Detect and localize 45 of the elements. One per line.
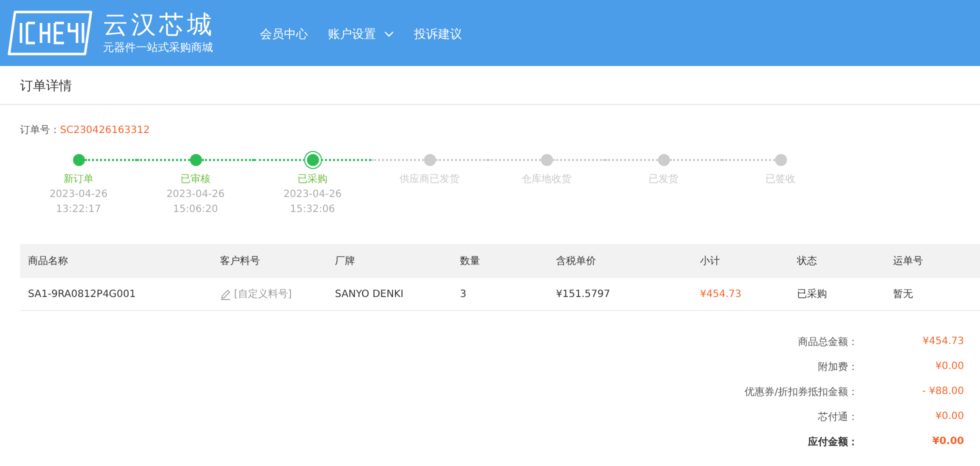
table-cell-text: 已采购	[797, 288, 828, 301]
table-cell-text: 暂无	[893, 288, 914, 301]
table-cell-text: SA1-9RA0812P4G001	[28, 288, 137, 300]
column-header: 数量	[460, 255, 481, 268]
table-cell-text: 3	[460, 288, 468, 300]
step-time: 15:06:20	[173, 203, 218, 217]
column-header: 客户料号	[220, 254, 261, 268]
page-title: 订单详情	[0, 66, 980, 105]
table-cell-text: SANYO DENKI	[335, 288, 404, 300]
brand-name: 云汉芯城	[103, 10, 215, 40]
total-label: 附加费：	[817, 360, 858, 374]
step-label: 新订单	[64, 173, 94, 187]
step-date: 2023-04-26	[283, 188, 342, 202]
table-cell-text: ¥454.73	[700, 288, 742, 300]
column-header: 运单号	[893, 254, 924, 268]
step-date: 2023-04-26	[49, 188, 108, 202]
total-value: ¥0.00	[934, 361, 964, 372]
column-header: 状态	[797, 254, 818, 268]
total-value: ¥0.00	[934, 411, 964, 422]
total-value: - ¥88.00	[921, 386, 964, 397]
total-value: ¥0.00	[931, 436, 964, 447]
pencil-icon	[220, 288, 231, 300]
table-cell-text: ¥151.5797	[556, 288, 612, 300]
total-label: 芯付通：	[817, 410, 858, 424]
total-value: ¥454.73	[922, 336, 964, 347]
total-label: 商品总金额：	[797, 336, 858, 348]
nav-link[interactable]: 会员中心	[260, 26, 308, 42]
order-label: 订单号：	[20, 125, 60, 136]
brand-slogan: 元器件一站式采购商城	[103, 40, 214, 56]
column-header: 商品名称	[28, 254, 69, 268]
column-header: 含税单价	[556, 254, 597, 268]
logo-icon	[5, 9, 95, 57]
step-time: 13:22:17	[56, 203, 101, 217]
column-header: 厂牌	[335, 255, 356, 268]
order-number: SC230426163312	[60, 125, 150, 136]
nav-link[interactable]: 投诉建议	[414, 26, 462, 42]
step-date: 2023-04-26	[166, 188, 225, 202]
total-label: 优惠券/折扣券抵扣金额：	[744, 386, 858, 398]
step-label: 已审核	[180, 173, 210, 187]
step-time: 15:32:06	[290, 203, 335, 217]
column-header: 小计	[700, 254, 721, 268]
customer-part-link[interactable]: [自定义料号]	[220, 287, 335, 301]
total-label: 应付金额：	[807, 435, 858, 448]
step-label: 已采购	[298, 173, 328, 187]
nav-link[interactable]: 账户设置	[328, 26, 394, 42]
